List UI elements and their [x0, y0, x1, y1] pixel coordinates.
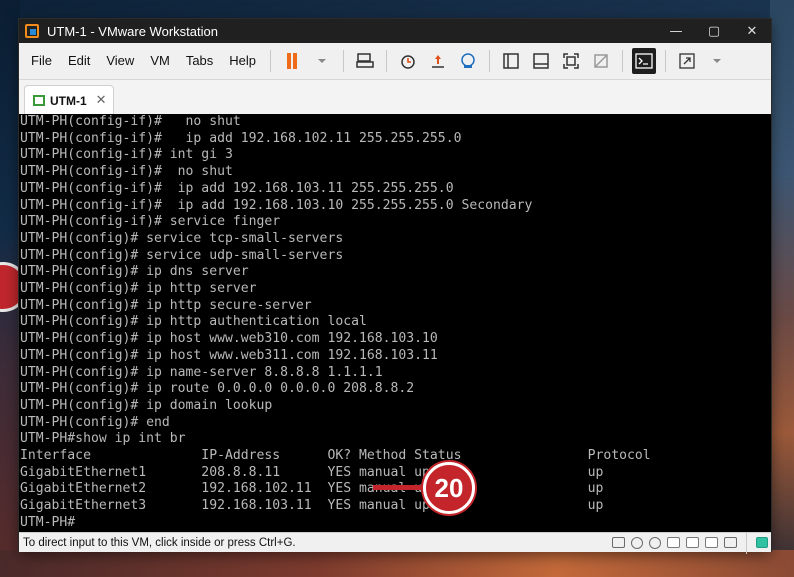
sidebar-layout-icon — [503, 53, 519, 69]
pause-button[interactable] — [280, 48, 304, 74]
toolbar-separator — [386, 50, 388, 72]
menu-view[interactable]: View — [98, 43, 142, 79]
stretch-icon — [679, 53, 695, 69]
tab-utm-1[interactable]: UTM-1 ✕ — [24, 85, 114, 115]
vmware-window: UTM-1 - VMware Workstation — ▢ ✕ File Ed… — [19, 19, 771, 554]
tab-close-icon[interactable]: ✕ — [96, 93, 107, 108]
chevron-down-icon — [318, 59, 327, 63]
unity-disabled-icon — [594, 54, 608, 68]
menu-file[interactable]: File — [23, 43, 60, 79]
console-output: UTM-PH(config-if)# no shut UTM-PH(config… — [20, 114, 651, 530]
fullscreen-icon — [563, 53, 579, 69]
network-adapter-2-icon[interactable] — [686, 537, 699, 548]
close-button[interactable]: ✕ — [733, 19, 771, 43]
chevron-down-icon — [713, 59, 722, 63]
bottom-panel-layout-icon — [533, 53, 549, 69]
vm-running-icon — [33, 95, 45, 106]
desktop-wallpaper-right — [770, 0, 794, 577]
console-view-button[interactable] — [632, 48, 657, 74]
vmware-app-icon — [25, 24, 39, 38]
menu-vm[interactable]: VM — [142, 43, 178, 79]
snapshot-manager-button[interactable] — [456, 48, 480, 74]
send-ctrl-alt-del-button[interactable] — [353, 48, 377, 74]
show-library-button[interactable] — [499, 48, 523, 74]
hard-disk-icon[interactable] — [612, 537, 625, 548]
pause-icon-bar — [293, 53, 298, 69]
maximize-button[interactable]: ▢ — [695, 19, 733, 43]
vm-tab-strip: UTM-1 ✕ — [19, 80, 771, 115]
revert-icon — [432, 55, 445, 68]
cd-drive-2-icon[interactable] — [649, 536, 661, 549]
keyboard-icon — [356, 53, 374, 68]
toolbar-separator — [622, 50, 624, 72]
network-adapter-1-icon[interactable] — [667, 537, 680, 548]
vm-console[interactable]: UTM-PH(config-if)# no shut UTM-PH(config… — [19, 114, 771, 532]
desktop-wallpaper-bottom — [0, 550, 794, 577]
menu-help[interactable]: Help — [221, 43, 264, 79]
annotation-step-marker: 20 — [423, 462, 475, 514]
annotation-pointer-line — [373, 485, 425, 490]
tab-label: UTM-1 — [50, 93, 87, 108]
revert-snapshot-button[interactable] — [426, 48, 450, 74]
network-adapter-3-icon[interactable] — [705, 537, 718, 548]
snapshot-clock-icon — [401, 55, 415, 69]
status-separator — [746, 531, 747, 554]
message-log-icon[interactable] — [756, 537, 768, 548]
menu-edit[interactable]: Edit — [60, 43, 98, 79]
title-bar: UTM-1 - VMware Workstation — ▢ ✕ — [19, 19, 771, 43]
fullscreen-button[interactable] — [559, 48, 583, 74]
toolbar-separator — [489, 50, 491, 72]
minimize-button[interactable]: — — [657, 19, 695, 43]
terminal-icon — [635, 53, 653, 69]
unity-button[interactable] — [589, 48, 613, 74]
status-bar: To direct input to this VM, click inside… — [19, 531, 771, 554]
usb-device-icon[interactable] — [724, 537, 737, 548]
pause-icon — [287, 53, 292, 69]
toolbar-separator — [270, 50, 272, 72]
stretch-guest-button[interactable] — [675, 48, 699, 74]
status-message: To direct input to this VM, click inside… — [23, 536, 296, 549]
toolbar-separator — [343, 50, 345, 72]
stretch-dropdown-button[interactable] — [705, 48, 729, 74]
power-dropdown-button[interactable] — [310, 48, 334, 74]
window-title: UTM-1 - VMware Workstation — [47, 23, 218, 39]
menu-tabs[interactable]: Tabs — [178, 43, 221, 79]
cd-drive-icon[interactable] — [631, 536, 643, 549]
menu-toolbar: File Edit View VM Tabs Help — [19, 43, 771, 80]
show-thumbnail-button[interactable] — [529, 48, 553, 74]
snapshot-manager-icon — [461, 53, 475, 68]
toolbar-separator — [665, 50, 667, 72]
snapshot-button[interactable] — [396, 48, 420, 74]
